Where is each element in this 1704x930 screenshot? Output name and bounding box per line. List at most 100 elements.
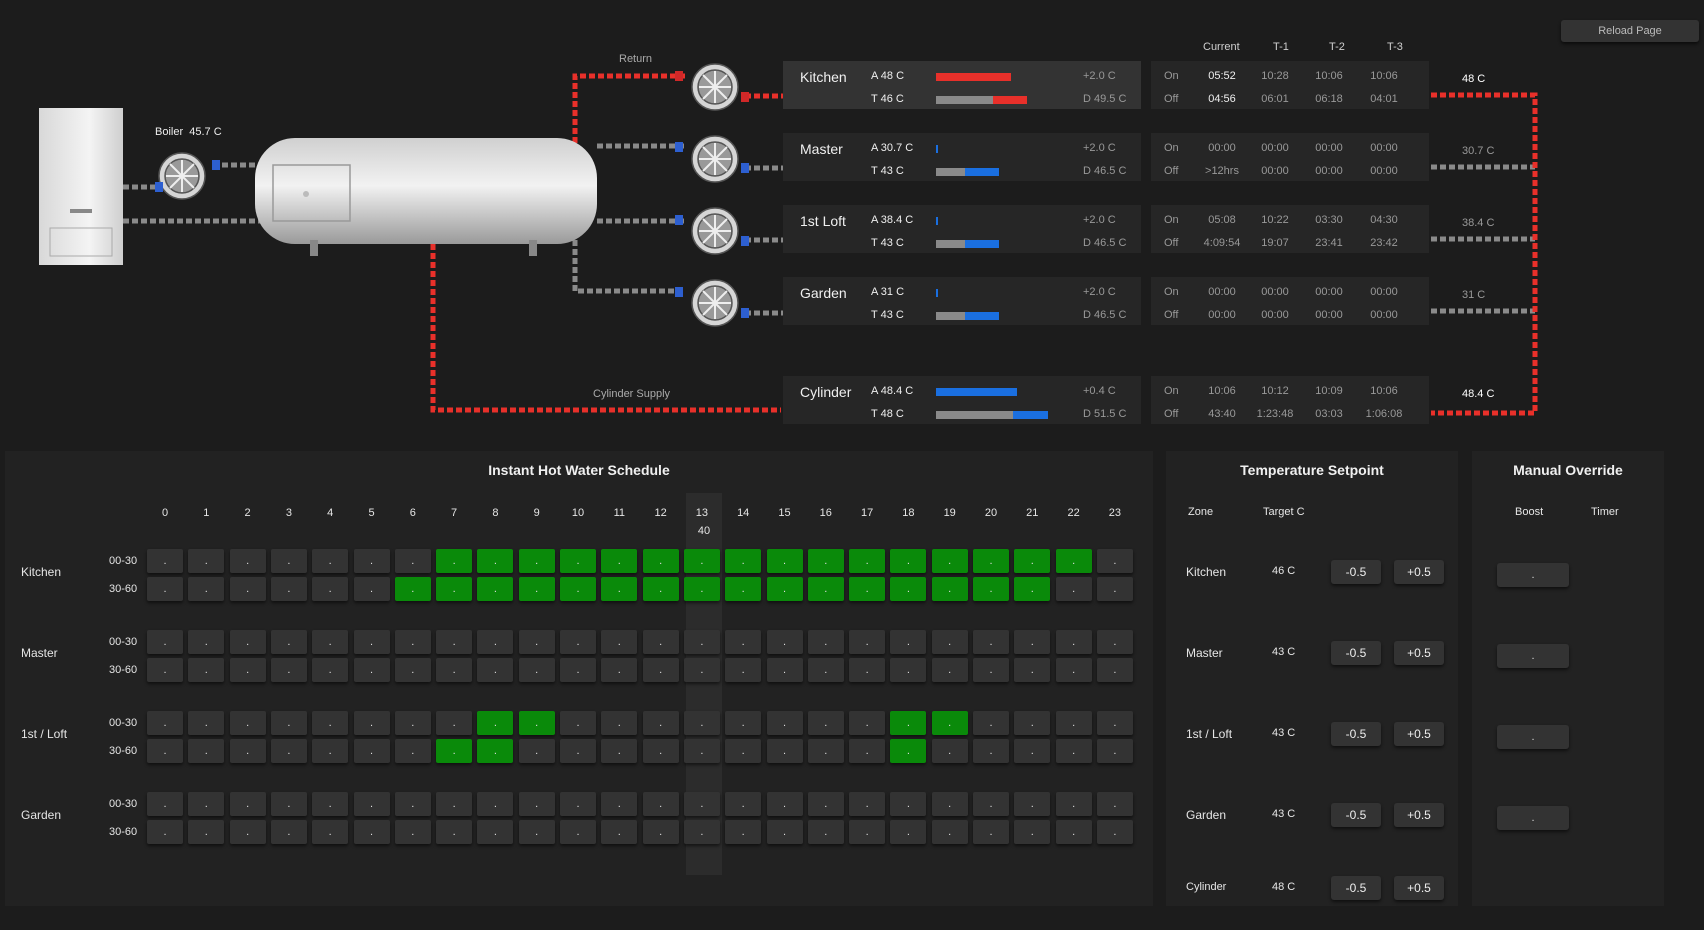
schedule-cell[interactable]: . xyxy=(766,630,803,654)
schedule-cell[interactable]: . xyxy=(270,711,307,735)
schedule-cell[interactable]: . xyxy=(973,577,1009,601)
schedule-cell[interactable]: . xyxy=(1014,549,1051,573)
schedule-cell[interactable]: . xyxy=(1014,658,1051,682)
schedule-cell[interactable]: . xyxy=(436,658,473,682)
schedule-cell[interactable]: . xyxy=(229,577,266,601)
schedule-cell[interactable]: . xyxy=(890,630,927,654)
schedule-cell[interactable]: . xyxy=(394,820,431,844)
schedule-cell[interactable]: . xyxy=(683,630,720,654)
schedule-cell[interactable]: . xyxy=(1014,577,1051,601)
schedule-cell[interactable]: . xyxy=(394,739,431,763)
schedule-cell[interactable]: . xyxy=(1096,658,1133,682)
schedule-cell[interactable]: . xyxy=(477,630,514,654)
schedule-cell[interactable]: . xyxy=(849,739,886,763)
increase-setpoint-button[interactable]: +0.5 xyxy=(1394,641,1444,665)
schedule-cell[interactable]: . xyxy=(725,658,762,682)
schedule-cell[interactable]: . xyxy=(931,630,968,654)
schedule-cell[interactable]: . xyxy=(725,630,762,654)
schedule-cell[interactable]: . xyxy=(188,630,225,654)
schedule-cell[interactable]: . xyxy=(188,549,225,573)
decrease-setpoint-button[interactable]: -0.5 xyxy=(1331,722,1381,746)
decrease-setpoint-button[interactable]: -0.5 xyxy=(1331,803,1381,827)
schedule-cell[interactable]: . xyxy=(725,792,762,816)
schedule-cell[interactable]: . xyxy=(147,658,183,682)
schedule-cell[interactable]: . xyxy=(766,577,803,601)
schedule-cell[interactable]: . xyxy=(766,820,803,844)
schedule-cell[interactable]: . xyxy=(931,577,968,601)
schedule-cell[interactable]: . xyxy=(683,792,720,816)
schedule-cell[interactable]: . xyxy=(890,577,927,601)
schedule-cell[interactable]: . xyxy=(188,792,225,816)
schedule-cell[interactable]: . xyxy=(683,739,720,763)
schedule-cell[interactable]: . xyxy=(518,792,555,816)
schedule-cell[interactable]: . xyxy=(849,792,886,816)
schedule-cell[interactable]: . xyxy=(436,549,473,573)
schedule-cell[interactable]: . xyxy=(683,658,720,682)
schedule-cell[interactable]: . xyxy=(353,577,390,601)
schedule-cell[interactable]: . xyxy=(560,739,596,763)
schedule-cell[interactable]: . xyxy=(601,549,638,573)
schedule-cell[interactable]: . xyxy=(477,711,514,735)
boost-button[interactable]: . xyxy=(1497,725,1569,749)
schedule-cell[interactable]: . xyxy=(229,549,266,573)
schedule-cell[interactable]: . xyxy=(1055,820,1092,844)
schedule-cell[interactable]: . xyxy=(147,630,183,654)
schedule-cell[interactable]: . xyxy=(849,711,886,735)
schedule-cell[interactable]: . xyxy=(1096,820,1133,844)
schedule-cell[interactable]: . xyxy=(973,792,1009,816)
schedule-cell[interactable]: . xyxy=(518,658,555,682)
schedule-cell[interactable]: . xyxy=(560,630,596,654)
schedule-cell[interactable]: . xyxy=(807,820,844,844)
schedule-cell[interactable]: . xyxy=(436,630,473,654)
schedule-cell[interactable]: . xyxy=(849,658,886,682)
schedule-cell[interactable]: . xyxy=(1055,630,1092,654)
schedule-cell[interactable]: . xyxy=(849,549,886,573)
schedule-cell[interactable]: . xyxy=(312,739,349,763)
schedule-cell[interactable]: . xyxy=(807,739,844,763)
schedule-cell[interactable]: . xyxy=(477,549,514,573)
schedule-cell[interactable]: . xyxy=(601,630,638,654)
schedule-cell[interactable]: . xyxy=(1055,658,1092,682)
schedule-cell[interactable]: . xyxy=(973,820,1009,844)
schedule-cell[interactable]: . xyxy=(766,792,803,816)
schedule-cell[interactable]: . xyxy=(725,711,762,735)
schedule-cell[interactable]: . xyxy=(518,820,555,844)
schedule-cell[interactable]: . xyxy=(518,739,555,763)
schedule-cell[interactable]: . xyxy=(725,820,762,844)
schedule-cell[interactable]: . xyxy=(807,711,844,735)
schedule-cell[interactable]: . xyxy=(890,792,927,816)
schedule-cell[interactable]: . xyxy=(642,711,679,735)
schedule-cell[interactable]: . xyxy=(188,711,225,735)
schedule-cell[interactable]: . xyxy=(394,792,431,816)
reload-page-button[interactable]: Reload Page xyxy=(1561,20,1699,42)
schedule-cell[interactable]: . xyxy=(560,658,596,682)
schedule-cell[interactable]: . xyxy=(1096,739,1133,763)
decrease-setpoint-button[interactable]: -0.5 xyxy=(1331,641,1381,665)
schedule-cell[interactable]: . xyxy=(601,577,638,601)
schedule-cell[interactable]: . xyxy=(353,820,390,844)
schedule-cell[interactable]: . xyxy=(229,711,266,735)
schedule-cell[interactable]: . xyxy=(560,549,596,573)
schedule-cell[interactable]: . xyxy=(394,549,431,573)
schedule-cell[interactable]: . xyxy=(642,739,679,763)
schedule-cell[interactable]: . xyxy=(849,820,886,844)
schedule-cell[interactable]: . xyxy=(188,658,225,682)
schedule-cell[interactable]: . xyxy=(353,658,390,682)
schedule-cell[interactable]: . xyxy=(766,711,803,735)
schedule-cell[interactable]: . xyxy=(973,630,1009,654)
schedule-cell[interactable]: . xyxy=(436,820,473,844)
schedule-cell[interactable]: . xyxy=(642,630,679,654)
schedule-cell[interactable]: . xyxy=(188,577,225,601)
schedule-cell[interactable]: . xyxy=(890,658,927,682)
schedule-cell[interactable]: . xyxy=(931,739,968,763)
decrease-setpoint-button[interactable]: -0.5 xyxy=(1331,560,1381,584)
schedule-cell[interactable]: . xyxy=(312,630,349,654)
schedule-cell[interactable]: . xyxy=(477,577,514,601)
schedule-cell[interactable]: . xyxy=(560,711,596,735)
schedule-cell[interactable]: . xyxy=(1014,711,1051,735)
schedule-cell[interactable]: . xyxy=(931,658,968,682)
schedule-cell[interactable]: . xyxy=(147,792,183,816)
schedule-cell[interactable]: . xyxy=(683,549,720,573)
schedule-cell[interactable]: . xyxy=(890,820,927,844)
schedule-cell[interactable]: . xyxy=(601,711,638,735)
